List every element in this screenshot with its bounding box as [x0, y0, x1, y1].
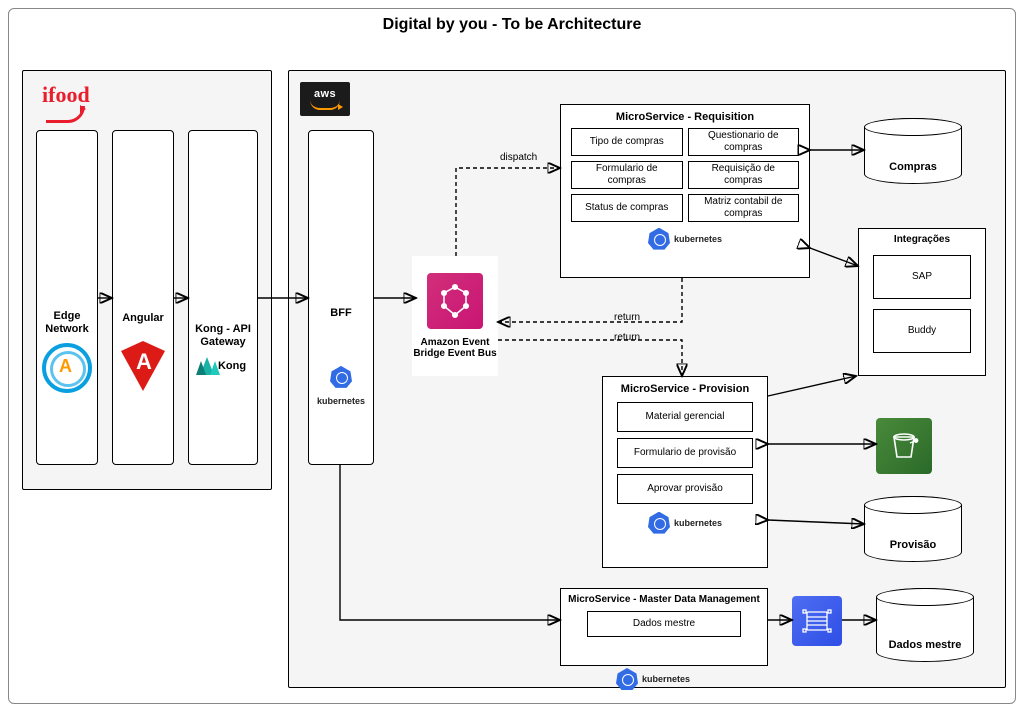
- ms-req-item: Tipo de compras: [571, 128, 683, 156]
- page-title: Digital by you - To be Architecture: [0, 16, 1024, 34]
- ms-req-runtime: kubernetes: [561, 228, 809, 250]
- angular-label: Angular: [122, 312, 164, 325]
- eventbridge-icon: [427, 273, 483, 329]
- aws-smile-icon: [310, 100, 340, 110]
- angular-icon: A: [121, 351, 165, 391]
- db-mdm: Dados mestre: [876, 588, 974, 662]
- ms-mdm: MicroService - Master Data Management Da…: [560, 588, 768, 666]
- db-provisao: Provisão: [864, 496, 962, 562]
- cache-icon: [792, 596, 842, 646]
- kong-brand: Kong: [218, 360, 246, 372]
- db-provisao-label: Provisão: [865, 539, 961, 551]
- integrations-title: Integrações: [859, 229, 985, 251]
- label-return1: return: [614, 312, 640, 323]
- ms-req-item: Formulario de compras: [571, 161, 683, 189]
- ms-prov-item: Formulario de provisão: [617, 438, 753, 468]
- bff-runtime: [330, 366, 352, 388]
- integration-item: Buddy: [873, 309, 971, 353]
- s3-bucket: [876, 418, 932, 474]
- db-mdm-label: Dados mestre: [877, 639, 973, 651]
- kubernetes-icon: [648, 512, 670, 534]
- ms-provision: MicroService - Provision Material gerenc…: [602, 376, 768, 568]
- kong-node: Kong - API Gateway Kong: [188, 130, 258, 465]
- edge-network-node: Edge Network A: [36, 130, 98, 465]
- aws-logo: aws: [300, 82, 350, 116]
- kubernetes-icon: [648, 228, 670, 250]
- db-compras: Compras: [864, 118, 962, 184]
- integration-item: SAP: [873, 255, 971, 299]
- ms-provision-title: MicroService - Provision: [603, 377, 767, 402]
- eventbridge-node: Amazon Event Bridge Event Bus: [412, 256, 498, 376]
- angular-node: Angular A: [112, 130, 174, 465]
- integrations-box: Integrações SAP Buddy: [858, 228, 986, 376]
- kong-label: Kong - API Gateway: [195, 323, 251, 348]
- label-dispatch: dispatch: [500, 152, 537, 163]
- architecture-diagram: Digital by you - To be Architecture ifoo…: [0, 0, 1024, 712]
- elasticache: [792, 596, 842, 646]
- ms-req-item: Matriz contabil de compras: [688, 194, 800, 222]
- akamai-icon: A: [42, 343, 92, 393]
- eventbridge-label: Amazon Event Bridge Event Bus: [410, 337, 500, 360]
- ifood-logo: ifood: [42, 84, 90, 123]
- bff-label: BFF: [330, 307, 351, 320]
- label-return2: return: [614, 332, 640, 343]
- ms-mdm-title: MicroService - Master Data Management: [561, 589, 767, 611]
- db-compras-label: Compras: [865, 161, 961, 173]
- ms-prov-runtime: kubernetes: [603, 512, 767, 534]
- kong-icon: Kong: [200, 357, 246, 375]
- ms-requisition-title: MicroService - Requisition: [561, 105, 809, 128]
- ms-req-item: Questionario de compras: [688, 128, 800, 156]
- bucket-icon: [876, 418, 932, 474]
- kubernetes-icon: [616, 668, 638, 690]
- ms-requisition: MicroService - Requisition Tipo de compr…: [560, 104, 810, 278]
- ms-req-item: Requisição de compras: [688, 161, 800, 189]
- bff-node: BFF kubernetes: [308, 130, 374, 465]
- aws-logo-text: aws: [314, 88, 336, 100]
- ifood-logo-text: ifood: [42, 84, 90, 106]
- ms-prov-item: Aprovar provisão: [617, 474, 753, 504]
- bff-runtime-label: kubernetes: [317, 396, 365, 406]
- edge-network-label: Edge Network: [43, 310, 91, 335]
- ifood-arrow-icon: [46, 106, 85, 123]
- kubernetes-icon: [330, 366, 352, 388]
- ms-prov-item: Material gerencial: [617, 402, 753, 432]
- ms-mdm-item: Dados mestre: [587, 611, 741, 637]
- ms-mdm-runtime: kubernetes: [616, 668, 690, 690]
- ms-req-item: Status de compras: [571, 194, 683, 222]
